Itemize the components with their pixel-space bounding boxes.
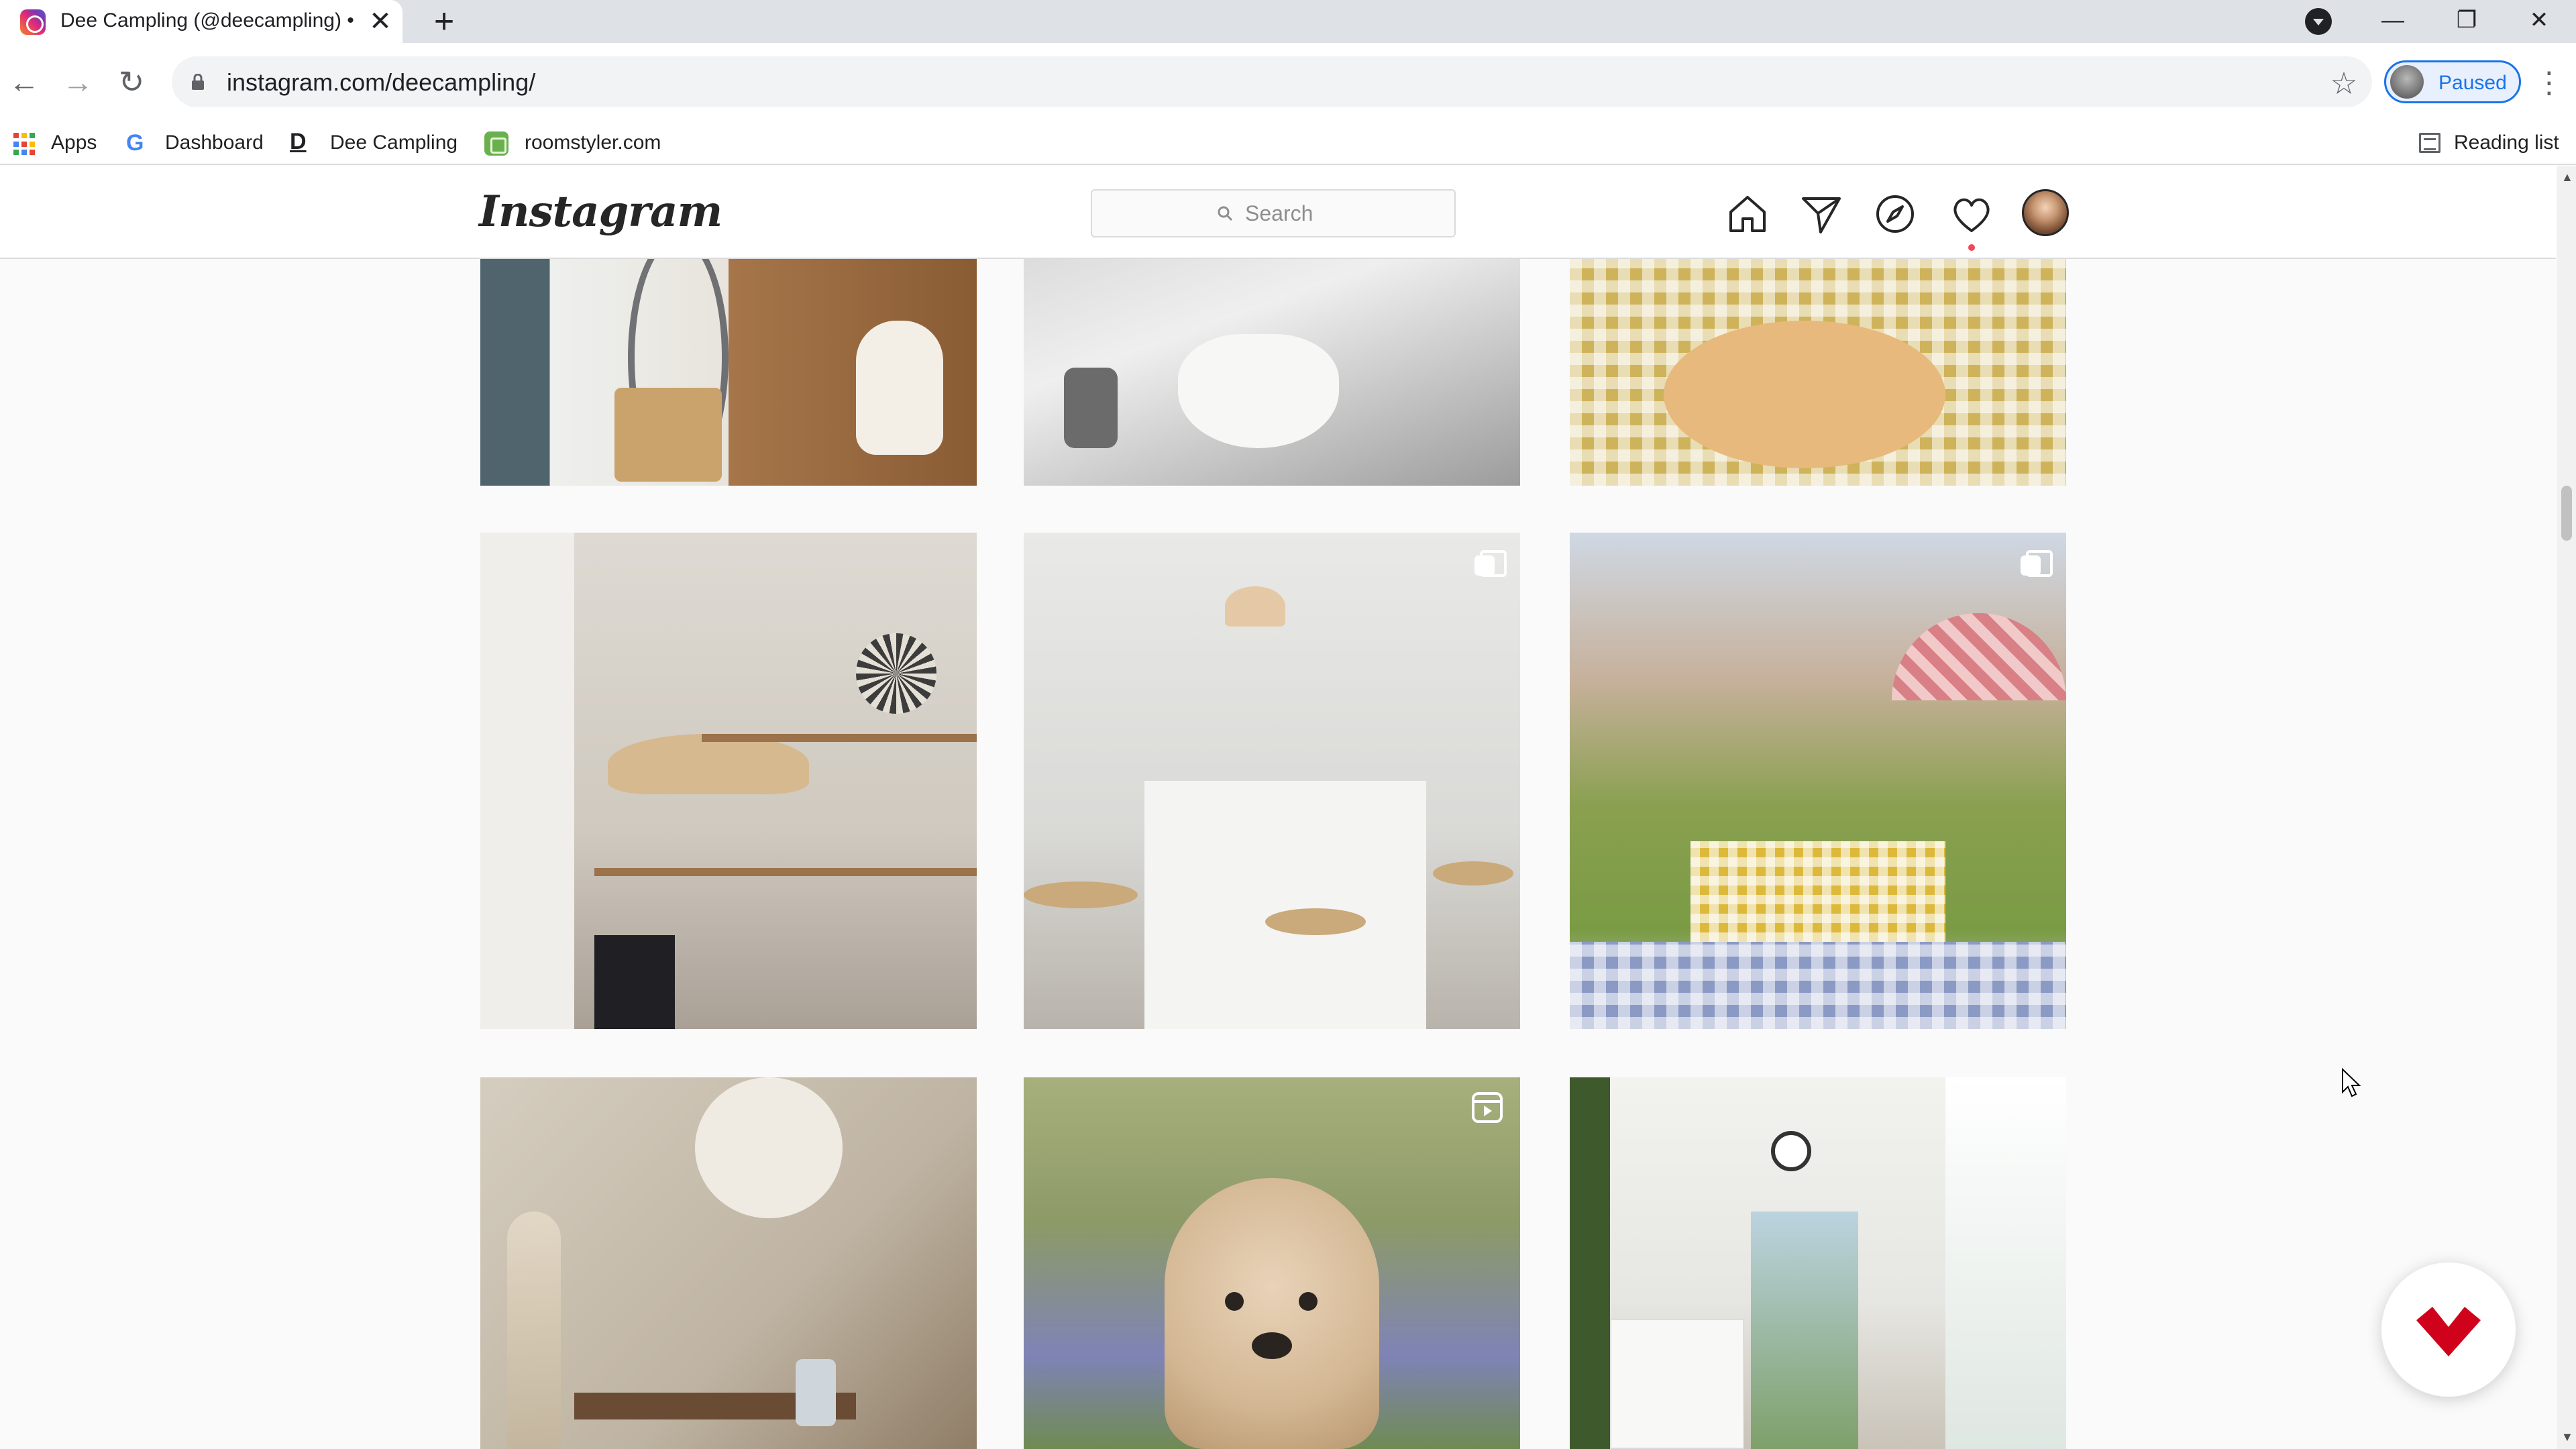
instagram-icon [20, 9, 46, 35]
roomstyler-icon [484, 131, 508, 156]
reading-list-button[interactable]: Reading list [2408, 121, 2576, 165]
bookmarks-bar: Apps G Dashboard D Dee Campling roomstyl… [0, 121, 2576, 165]
kitchen-island-shape [1144, 781, 1426, 1029]
kettle-shape [1064, 368, 1118, 448]
dog-shape [856, 321, 943, 455]
stool-shape [1433, 861, 1513, 885]
back-button[interactable]: ← [4, 62, 44, 102]
tab-title: Dee Campling (@deecampling) • [60, 9, 354, 32]
bookmark-label: Dee Campling [330, 131, 458, 154]
post-thumbnail[interactable] [480, 1077, 977, 1449]
paper-lamp-shape [695, 1077, 843, 1218]
instagram-logo[interactable]: Instagram [479, 186, 722, 237]
bookmark-label: roomstyler.com [525, 131, 661, 154]
doorway-shape [1751, 1212, 1858, 1449]
red-chevron-logo-icon [2416, 1307, 2481, 1356]
bookmark-apps[interactable]: Apps [0, 121, 107, 165]
tab-search-icon[interactable] [2305, 8, 2332, 35]
shelf-shape [702, 734, 977, 742]
mouse-cursor-icon [2342, 1068, 2361, 1097]
d-logo-icon: D [290, 129, 307, 154]
profile-avatar [2390, 65, 2424, 99]
instagram-header: Instagram Search [0, 166, 2556, 259]
wall-plate-shape [856, 633, 936, 714]
explore-icon[interactable] [1872, 191, 1919, 237]
scroll-up-icon[interactable]: ▲ [2561, 170, 2573, 184]
window-shape [1945, 1077, 2066, 1449]
vase-shape [796, 1359, 836, 1426]
carousel-icon [1474, 550, 1507, 577]
dog-shape [1165, 1178, 1379, 1449]
browser-tab[interactable]: Dee Campling (@deecampling) • ✕ [0, 0, 402, 43]
post-thumbnail[interactable] [1024, 533, 1520, 1029]
plant-shape [1570, 1077, 1610, 1449]
pizza-shape [1664, 321, 1945, 468]
bookmark-label: Dashboard [165, 131, 264, 154]
google-icon: G [126, 130, 144, 156]
post-thumbnail[interactable] [480, 533, 977, 1029]
search-icon [1218, 206, 1233, 221]
reel-icon [1472, 1092, 1503, 1123]
pampas-grass-shape [507, 1212, 561, 1449]
profile-avatar[interactable] [2022, 189, 2069, 236]
page-scrollbar[interactable]: ▲ ▼ [2557, 166, 2576, 1449]
reload-button[interactable]: ↻ [111, 62, 152, 102]
post-thumbnail[interactable] [1570, 533, 2066, 1029]
profile-status-label: Paused [2438, 72, 2507, 94]
scroll-down-icon[interactable]: ▼ [2561, 1430, 2573, 1444]
bookmark-label: Apps [51, 131, 97, 154]
gingham-bed-shape [1690, 841, 1945, 942]
pendant-lamp-shape [1225, 586, 1285, 627]
search-input[interactable]: Search [1091, 189, 1456, 237]
reading-list-label: Reading list [2454, 131, 2559, 154]
wall-shape [480, 533, 574, 1029]
stool-shape [1024, 881, 1138, 908]
scroll-thumb[interactable] [2561, 486, 2572, 541]
browser-menu-icon[interactable]: ⋮ [2534, 63, 2564, 103]
window-close-button[interactable]: ✕ [2502, 0, 2576, 43]
lock-icon [192, 74, 204, 90]
browser-toolbar: ← → ↻ instagram.com/deecampling/ ☆ Pause… [0, 43, 2576, 121]
bowl-shape [1178, 334, 1339, 448]
restore-button[interactable]: ❐ [2430, 0, 2504, 43]
bookmark-roomstyler[interactable]: roomstyler.com [476, 121, 678, 165]
bookmark-dashboard[interactable]: G Dashboard [114, 121, 268, 165]
cabinet-shape [1610, 1319, 1744, 1449]
carousel-icon [2021, 550, 2053, 577]
activity-heart-icon[interactable] [1948, 191, 1995, 237]
url-text[interactable]: instagram.com/deecampling/ [227, 68, 535, 97]
dog-nose-shape [1252, 1332, 1292, 1359]
stool-shape [1265, 908, 1366, 935]
tab-close-icon[interactable]: ✕ [366, 7, 395, 36]
shelf-shape [594, 868, 977, 876]
notification-dot [1968, 244, 1975, 251]
minimize-button[interactable]: — [2356, 0, 2430, 43]
floating-app-button[interactable] [2381, 1263, 2516, 1397]
home-icon[interactable] [1724, 191, 1771, 237]
coffee-machine-shape [594, 935, 675, 1029]
picnic-blanket-shape [1570, 942, 2066, 1029]
apps-grid-icon [13, 133, 36, 156]
reading-list-icon [2419, 133, 2440, 153]
forward-button[interactable]: → [58, 62, 98, 102]
browser-tab-strip: Dee Campling (@deecampling) • ✕ + — ❐ ✕ [0, 0, 2576, 43]
basket-shape [614, 388, 722, 482]
post-thumbnail[interactable] [1024, 1077, 1520, 1449]
bookmark-dee-campling[interactable]: D Dee Campling [282, 121, 463, 165]
search-placeholder: Search [1245, 201, 1313, 225]
post-thumbnail[interactable] [1570, 1077, 2066, 1449]
profile-button[interactable]: Paused [2384, 60, 2521, 103]
dog-eye-shape [1299, 1292, 1318, 1311]
wall-clock-shape [1771, 1131, 1811, 1171]
dog-eye-shape [1225, 1292, 1244, 1311]
rattan-lamp-shape [608, 734, 809, 794]
umbrella-shape [1892, 613, 2066, 700]
bookmark-star-icon[interactable]: ☆ [2324, 63, 2364, 103]
new-tab-button[interactable]: + [427, 4, 462, 39]
direct-message-icon[interactable] [1798, 191, 1845, 237]
address-bar[interactable]: instagram.com/deecampling/ [172, 56, 2372, 107]
